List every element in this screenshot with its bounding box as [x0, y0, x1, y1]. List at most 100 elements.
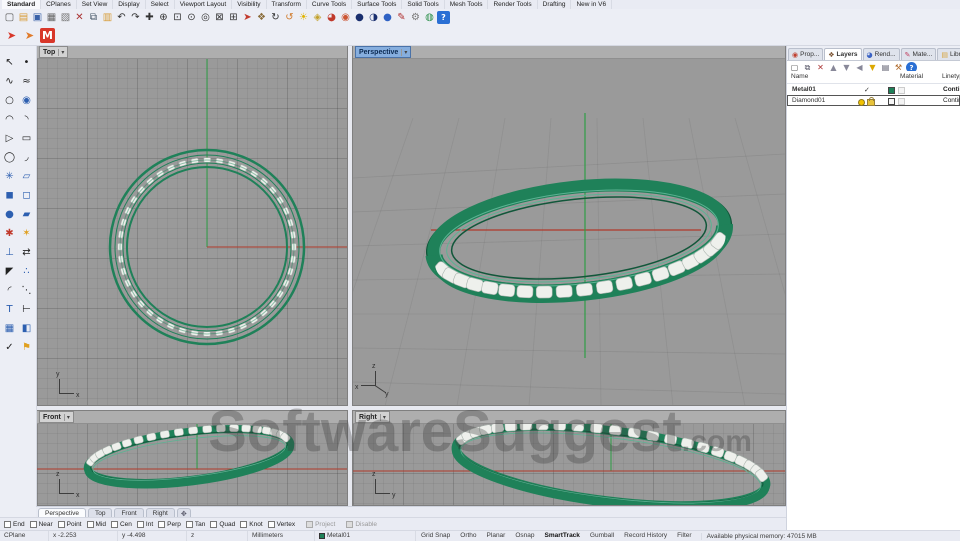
viewport-right-menu[interactable]: Right ▾ [355, 411, 390, 423]
menu-tab[interactable]: Transform [267, 0, 307, 9]
lamp-icon[interactable]: ☀ [297, 11, 310, 24]
chevron-down-icon[interactable]: ▾ [380, 414, 386, 421]
viewport-top[interactable]: Top ▾ y x [36, 45, 348, 406]
trim-icon[interactable]: ◤ [1, 262, 18, 281]
redo-icon[interactable]: ↷ [129, 11, 142, 24]
checkbox-icon[interactable] [158, 521, 165, 528]
osnap-toggle[interactable]: Disable [346, 521, 377, 528]
text-icon[interactable]: T [1, 300, 18, 319]
join-icon[interactable]: ∴ [18, 262, 35, 281]
osnap-toggle[interactable]: Point [58, 521, 82, 528]
checkbox-icon[interactable] [137, 521, 144, 528]
zoom-selected-icon[interactable]: ◎ [199, 11, 212, 24]
copy-icon[interactable]: ⧉ [87, 11, 100, 24]
menu-tab[interactable]: Curve Tools [307, 0, 352, 9]
fillet-curve-icon[interactable]: ◝ [18, 110, 35, 129]
dimension-icon[interactable]: ⊢ [18, 300, 35, 319]
osnap-toggle[interactable]: Cen [111, 521, 132, 528]
tab-materials[interactable]: ✎ Mate... [901, 48, 937, 60]
checkbox-icon[interactable] [210, 521, 217, 528]
menu-tab[interactable]: Set View [77, 0, 114, 9]
viewport-layout-icon[interactable]: ⊞ [227, 11, 240, 24]
cut-icon[interactable]: ✕ [73, 11, 86, 24]
layer-linetype[interactable]: Continuous [943, 97, 960, 104]
closed-curve-icon[interactable]: ▷ [1, 129, 18, 148]
gear-icon[interactable]: ✱ [1, 224, 18, 243]
pan-icon[interactable]: ✚ [143, 11, 156, 24]
viewport-right-canvas[interactable]: z y [353, 423, 785, 505]
chevron-down-icon[interactable]: ▾ [58, 49, 64, 56]
menu-tab[interactable]: New in V6 [571, 0, 612, 9]
menu-tab[interactable]: Select [146, 0, 175, 9]
osnap-toggle[interactable]: Project [306, 521, 335, 528]
print-icon[interactable]: ▦ [45, 11, 58, 24]
curve-edit-icon[interactable]: ≈ [18, 72, 35, 91]
plane-icon[interactable]: ▰ [18, 205, 35, 224]
new-file-icon[interactable]: ▢ [3, 11, 16, 24]
render-icon[interactable]: ● [353, 11, 366, 24]
viewport-perspective-menu[interactable]: Perspective ▾ [355, 46, 411, 58]
extend-icon[interactable]: ⊥ [1, 243, 18, 262]
render-section-icon[interactable]: ◑ [367, 11, 380, 24]
rectangle-icon[interactable]: ▭ [18, 129, 35, 148]
layer-visibility-bulb-icon[interactable] [858, 99, 865, 106]
plugin-send-alt-icon[interactable]: ➤ [22, 28, 37, 43]
menu-tab[interactable]: Viewport Layout [175, 0, 233, 9]
menu-tab[interactable]: CPlanes [41, 0, 77, 9]
lock-icon[interactable]: ◈ [311, 11, 324, 24]
osnap-toggle[interactable]: Quad [210, 521, 235, 528]
layer-color-swatch[interactable] [888, 87, 895, 94]
render-preview-icon[interactable]: ● [381, 11, 394, 24]
osnap-toggle[interactable]: Tan [186, 521, 205, 528]
checkbox-icon[interactable] [58, 521, 65, 528]
menu-tab[interactable]: Drafting [538, 0, 572, 9]
chevron-down-icon[interactable]: ▾ [401, 49, 407, 56]
tab-libraries[interactable]: ▤ Libra... [937, 48, 960, 60]
osnap-toggle[interactable]: Vertex [268, 521, 295, 528]
help-icon[interactable]: ? [437, 11, 450, 24]
checkbox-icon[interactable] [346, 521, 353, 528]
checkbox-icon[interactable] [30, 521, 37, 528]
rotate-view-icon[interactable]: ↻ [269, 11, 282, 24]
color-wheel-icon[interactable]: ◉ [339, 11, 352, 24]
zoom-dynamic-icon[interactable]: ⊙ [185, 11, 198, 24]
undo-view-icon[interactable]: ➤ [241, 11, 254, 24]
viewport-front-canvas[interactable]: z x [37, 423, 347, 505]
checkbox-icon[interactable] [4, 521, 11, 528]
menu-tab[interactable]: Standard [2, 0, 41, 9]
check-icon[interactable]: ✓ [1, 338, 18, 357]
layer-linetype[interactable]: Continuous [943, 86, 960, 93]
circle-icon[interactable]: ○ [1, 91, 18, 110]
options-gear-icon[interactable]: ⚙ [409, 11, 422, 24]
osnap-toggle[interactable]: Int [137, 521, 153, 528]
boolean-icon[interactable]: ◧ [18, 319, 35, 338]
osnap-toggle[interactable]: Knot [240, 521, 262, 528]
osnap-toggle[interactable]: Mid [87, 521, 106, 528]
sphere-icon[interactable]: ● [1, 205, 18, 224]
save-icon[interactable]: ▣ [31, 11, 44, 24]
extrude-icon[interactable]: ◻ [18, 186, 35, 205]
chevron-down-icon[interactable]: ▾ [64, 414, 70, 421]
zoom-extents-icon[interactable]: ⊠ [213, 11, 226, 24]
arc-blend-icon[interactable]: ◜ [1, 281, 18, 300]
curve-blend-icon[interactable]: ◞ [18, 148, 35, 167]
select-pointer-icon[interactable]: ↖ [1, 53, 18, 72]
paste-icon[interactable]: ▥ [101, 11, 114, 24]
points-on-icon[interactable]: ⋱ [18, 281, 35, 300]
box-icon[interactable]: ◼ [1, 186, 18, 205]
menu-tab[interactable]: Display [113, 0, 145, 9]
explode-icon[interactable]: ✶ [18, 224, 35, 243]
ellipse-icon[interactable]: ◯ [1, 148, 18, 167]
point-icon[interactable]: • [18, 53, 35, 72]
undo-icon[interactable]: ↶ [115, 11, 128, 24]
menu-tab[interactable]: Solid Tools [402, 0, 444, 9]
mirror-icon[interactable]: ⇄ [18, 243, 35, 262]
checkbox-icon[interactable] [268, 521, 275, 528]
plugin-m-icon[interactable]: M [40, 28, 55, 43]
viewport-front-menu[interactable]: Front ▾ [39, 411, 74, 423]
layer-material-swatch[interactable] [898, 98, 905, 105]
osnap-toggle[interactable]: Perp [158, 521, 181, 528]
checkbox-icon[interactable] [87, 521, 94, 528]
viewport-top-menu[interactable]: Top ▾ [39, 46, 68, 58]
layer-row[interactable]: Metal01 ✓ Continuous [787, 84, 960, 95]
